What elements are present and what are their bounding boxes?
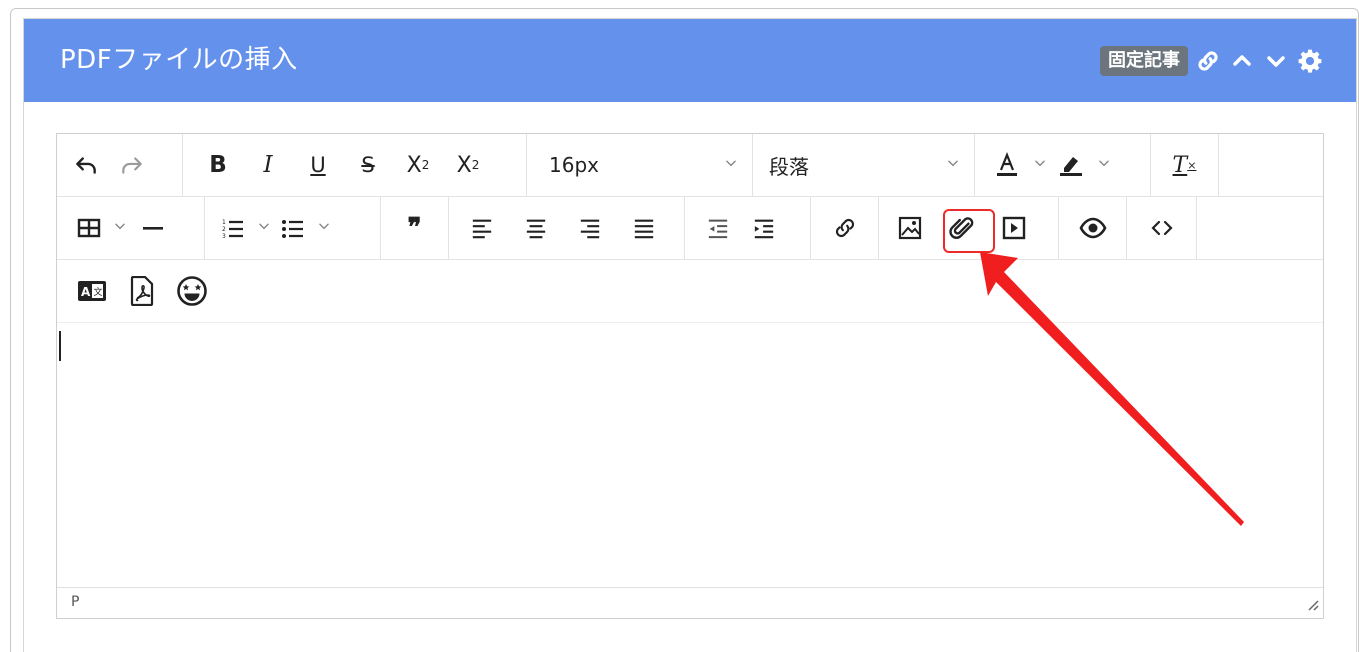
block-format-select[interactable]: 段落 [753, 134, 975, 196]
strikethrough-icon[interactable]: S [347, 144, 389, 186]
svg-text:2: 2 [222, 226, 226, 233]
panel-header: PDFファイルの挿入 固定記事 [24, 19, 1356, 102]
outdent-icon[interactable] [697, 207, 739, 249]
insert-media-icon[interactable] [993, 207, 1035, 249]
underline-icon[interactable]: U [297, 144, 339, 186]
source-code-icon[interactable] [1141, 207, 1183, 249]
font-size-value: 16px [549, 153, 599, 177]
source-group [1127, 197, 1197, 259]
header-tools: 固定記事 [1100, 43, 1324, 79]
toolbar-row-2-filler [1197, 197, 1323, 259]
bullet-list-icon[interactable] [275, 207, 311, 249]
svg-text:文: 文 [94, 286, 103, 298]
attachment-highlight [943, 209, 995, 253]
clear-format-group: T × [1151, 134, 1219, 196]
undo-icon[interactable] [65, 144, 107, 186]
align-center-icon[interactable] [515, 207, 557, 249]
insert-image-icon[interactable] [889, 207, 931, 249]
svg-text:A: A [81, 285, 91, 299]
alignment-group [449, 197, 685, 259]
preview-group [1059, 197, 1127, 259]
bold-icon[interactable]: B [197, 144, 239, 186]
chevron-up-icon[interactable] [1228, 47, 1256, 75]
formatting-group: B I U S X2 X2 [183, 134, 527, 196]
toolbar-row-1-filler [1219, 134, 1323, 196]
clear-formatting-icon[interactable]: T × [1164, 144, 1206, 186]
chevron-down-icon[interactable] [1262, 47, 1290, 75]
pdf-file-icon[interactable] [121, 270, 163, 312]
toolbar-row-1: B I U S X2 X2 16px 段落 T × [57, 134, 1323, 197]
panel-title: PDFファイルの挿入 [60, 45, 298, 75]
preview-eye-icon[interactable] [1072, 207, 1114, 249]
gear-icon[interactable] [1296, 47, 1324, 75]
emoji-icon[interactable] [171, 270, 213, 312]
chevron-down-icon[interactable] [113, 219, 127, 237]
resize-handle-icon[interactable] [1305, 597, 1319, 615]
extras-group: A文 [57, 260, 221, 322]
align-justify-icon[interactable] [623, 207, 665, 249]
subscript-icon[interactable]: X2 [397, 144, 439, 186]
italic-icon[interactable]: I [247, 144, 289, 186]
table-group [57, 197, 205, 259]
quote-group: ❞ [381, 197, 449, 259]
translate-icon[interactable]: A文 [71, 270, 113, 312]
pinned-post-badge[interactable]: 固定記事 [1100, 46, 1188, 76]
chevron-down-icon[interactable] [1097, 156, 1111, 174]
link-group [811, 197, 879, 259]
highlight-color-icon[interactable] [1053, 144, 1089, 186]
color-group [975, 134, 1151, 196]
link-icon[interactable] [1194, 47, 1222, 75]
table-icon[interactable] [71, 207, 107, 249]
chevron-down-icon[interactable] [317, 219, 331, 237]
editor-statusbar: P [57, 587, 1323, 618]
redo-icon[interactable] [111, 144, 153, 186]
text-color-icon[interactable] [989, 144, 1025, 186]
list-group: 123 [205, 197, 381, 259]
chevron-down-icon [724, 156, 738, 174]
align-right-icon[interactable] [569, 207, 611, 249]
font-size-select[interactable]: 16px [527, 134, 753, 196]
text-cursor [59, 331, 61, 361]
svg-text:1: 1 [222, 219, 226, 226]
svg-text:3: 3 [222, 233, 226, 240]
indent-icon[interactable] [743, 207, 785, 249]
element-path[interactable]: P [71, 594, 79, 610]
toolbar-row-3: A文 [57, 260, 1323, 323]
chevron-down-icon[interactable] [257, 219, 271, 237]
blockquote-icon[interactable]: ❞ [394, 207, 436, 249]
chevron-down-icon [946, 156, 960, 174]
numbered-list-icon[interactable]: 123 [215, 207, 251, 249]
rich-text-editor: B I U S X2 X2 16px 段落 T × 1 2 3 ❞ A 文 P [56, 133, 1324, 619]
align-left-icon[interactable] [461, 207, 503, 249]
block-format-value: 段落 [769, 154, 809, 179]
superscript-icon[interactable]: X2 [447, 144, 489, 186]
indent-group [685, 197, 811, 259]
chevron-down-icon[interactable] [1033, 156, 1047, 174]
history-group [57, 134, 183, 196]
toolbar-row-2: 123 ❞ [57, 197, 1323, 260]
horizontal-rule-icon[interactable] [131, 207, 175, 249]
editor-content-area[interactable] [57, 323, 1323, 588]
insert-link-icon[interactable] [824, 207, 866, 249]
